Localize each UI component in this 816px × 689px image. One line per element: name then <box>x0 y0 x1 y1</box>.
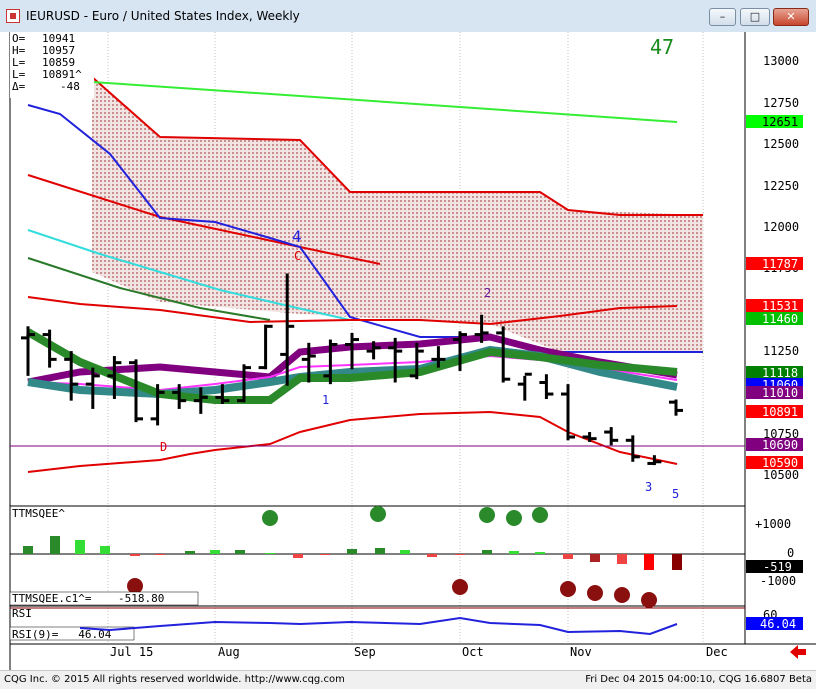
window-title: IEURUSD - Euro / United States Index, We… <box>26 9 300 23</box>
rsi-title: RSI <box>12 607 32 620</box>
ttm-title: TTMSQEE^ <box>12 507 65 520</box>
bar-count-label: 47 <box>650 35 674 59</box>
price-tick: 13000 <box>763 54 799 68</box>
wave-label-4: 4 <box>292 227 302 246</box>
ttm-squeeze-dot <box>587 585 603 601</box>
app-icon <box>6 9 20 23</box>
ttm-bar <box>185 551 195 554</box>
title-bar: IEURUSD - Euro / United States Index, We… <box>0 0 816 33</box>
price-tick: 12250 <box>763 179 799 193</box>
ttm-bar <box>427 554 437 557</box>
ttm-bar <box>375 548 385 554</box>
price-badges: 1265111787115311146011118110601101010891… <box>746 115 803 470</box>
ttm-bar <box>400 550 410 554</box>
ttm-squeeze-dot <box>506 510 522 526</box>
price-tick: 12500 <box>763 137 799 151</box>
wave-label-5: 5 <box>672 487 679 501</box>
time-tick: Sep <box>354 645 376 659</box>
ttm-bar <box>100 546 110 554</box>
ttm-squeeze-dot <box>560 581 576 597</box>
delta-value: -48 <box>60 80 80 93</box>
time-tick: Nov <box>570 645 592 659</box>
ttm-bar <box>644 554 654 570</box>
wave-label-c: C <box>294 249 301 263</box>
status-timestamp: Fri Dec 04 2015 04:00:10, CQG 16.6807 Be… <box>585 674 812 685</box>
time-tick: Aug <box>218 645 240 659</box>
wave-label-1: 1 <box>322 393 329 407</box>
price-tick: 12750 <box>763 96 799 110</box>
ttm-bar <box>347 549 357 554</box>
ttm-bar <box>23 546 33 554</box>
close-button[interactable]: ✕ <box>773 8 809 26</box>
minimize-button[interactable]: – <box>709 8 736 26</box>
price-badge-text: 10690 <box>762 438 798 452</box>
ttm-bar <box>590 554 600 562</box>
delta-label: Δ= <box>12 80 26 93</box>
wave-label-3: 3 <box>645 480 652 494</box>
ttm-squeeze-dot <box>262 510 278 526</box>
price-badge-text: 11460 <box>762 312 798 326</box>
ttm-bar <box>320 554 330 555</box>
ttm-bar <box>672 554 682 570</box>
ttm-bar <box>235 550 245 554</box>
ttm-squeeze-dot <box>452 579 468 595</box>
ttm-bar <box>509 551 519 554</box>
price-badge-text: 10891 <box>762 405 798 419</box>
scroll-back-arrow-icon[interactable] <box>790 645 806 659</box>
ttm-squeeze-dot <box>532 507 548 523</box>
ttm-squeeze-dot <box>370 506 386 522</box>
ttm-bar <box>265 553 275 554</box>
price-badge-text: 11787 <box>762 257 798 271</box>
rsi-badge-text: 46.04 <box>760 617 796 631</box>
price-badge-text: 12651 <box>762 115 798 129</box>
time-tick: Dec <box>706 645 728 659</box>
ttm-axis: +1000 0 -1000 <box>755 517 796 588</box>
ttm-tick: 0 <box>787 546 794 560</box>
price-badge-text: 10590 <box>762 456 798 470</box>
ttm-bar <box>535 552 545 554</box>
ttm-bar <box>75 540 85 554</box>
price-badge-text: 11531 <box>762 299 798 313</box>
ttm-bar <box>455 554 465 555</box>
chart-area[interactable]: 4 C 1 2 D 3 5 47 O= 10941 H= 10957 L= 10… <box>0 32 816 670</box>
chart-svg: 4 C 1 2 D 3 5 47 O= 10941 H= 10957 L= 10… <box>9 32 816 670</box>
ttm-bar <box>210 550 220 554</box>
price-tick: 12000 <box>763 220 799 234</box>
ttm-bar <box>130 554 140 556</box>
ttm-badge-text: -519 <box>763 560 792 574</box>
time-axis: Jul 15 Aug Sep Oct Nov Dec <box>110 645 728 659</box>
ttm-squeeze-dot <box>614 587 630 603</box>
ttm-tick: +1000 <box>755 517 791 531</box>
ttm-bar <box>563 554 573 559</box>
ttm-squeeze-dot <box>479 507 495 523</box>
ttm-tick: -1000 <box>760 574 796 588</box>
ttm-bar <box>617 554 627 564</box>
ttm-bar <box>293 554 303 558</box>
maximize-button[interactable]: □ <box>740 8 770 26</box>
time-tick: Oct <box>462 645 484 659</box>
status-bar: CQG Inc. © 2015 All rights reserved worl… <box>0 670 816 689</box>
ttm-readout: TTMSQEE.c1^= -518.80 <box>12 592 164 605</box>
time-tick: Jul 15 <box>110 645 153 659</box>
ttm-bar <box>155 554 165 555</box>
price-tick: 11250 <box>763 344 799 358</box>
price-tick: 10500 <box>763 468 799 482</box>
wave-label-2: 2 <box>484 286 491 300</box>
price-badge-text: 11010 <box>762 386 798 400</box>
copyright-text: CQG Inc. © 2015 All rights reserved worl… <box>4 674 345 685</box>
ttm-squeeze-dot <box>641 592 657 608</box>
ttm-bar <box>50 536 60 554</box>
ttm-bar <box>482 550 492 554</box>
wave-label-d: D <box>160 440 167 454</box>
